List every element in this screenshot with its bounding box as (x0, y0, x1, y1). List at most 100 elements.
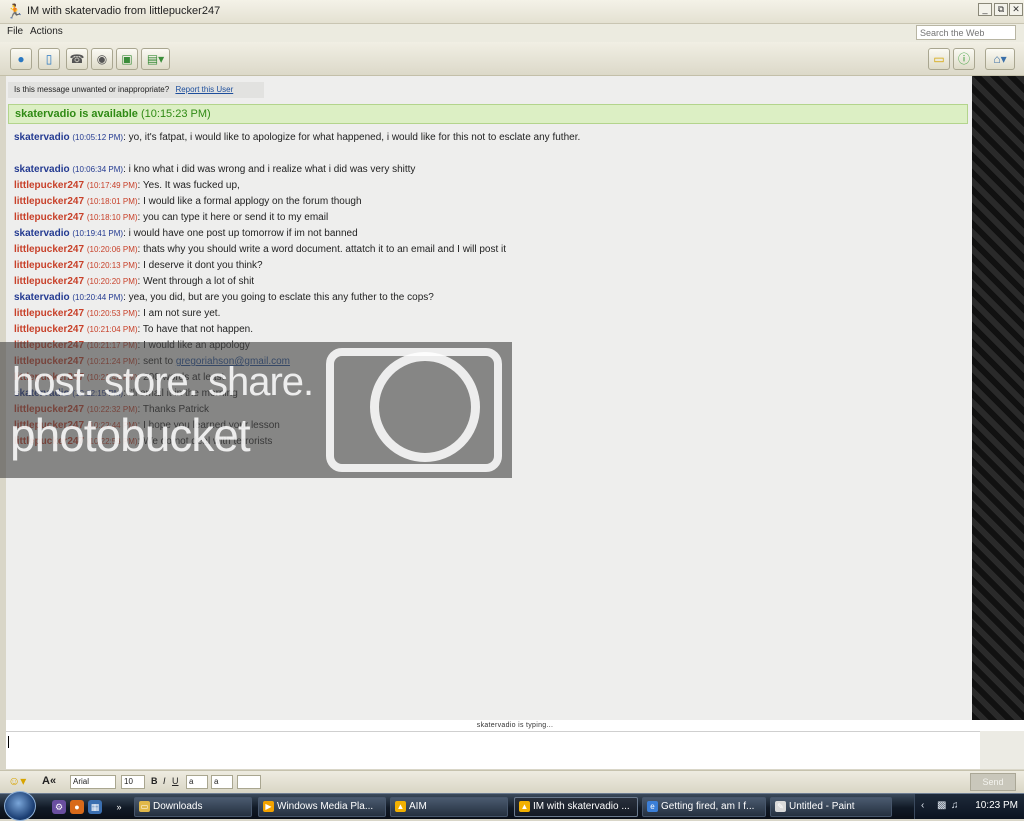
message-text: : i kno what i did was wrong and i reali… (123, 164, 416, 175)
buddy-info-icon[interactable]: ● (10, 48, 32, 70)
bold-button[interactable]: B (151, 775, 158, 789)
message-screenname: littlepucker247 (14, 212, 85, 223)
menu-actions[interactable]: Actions (30, 26, 63, 37)
taskbar-app-icon: e (647, 801, 658, 812)
clock[interactable]: 10:23 PM (975, 800, 1018, 811)
font-style-icon[interactable]: A« (42, 775, 56, 789)
message-gap (14, 147, 964, 163)
taskbar-button[interactable]: ✎ Untitled - Paint (770, 797, 892, 817)
phone-call-icon[interactable]: ☎ (66, 48, 88, 70)
network-icon[interactable]: ▩ (937, 800, 946, 811)
volume-icon[interactable]: ♫ (951, 800, 959, 811)
message-text: : Yes. It was fucked up, (137, 180, 240, 191)
taskbar-button[interactable]: ▲ AIM (390, 797, 508, 817)
taskbar-app-icon: ▲ (519, 801, 530, 812)
taskbar-button[interactable]: ▲ IM with skatervadio ... (514, 797, 638, 817)
message-row: skatervadio (10:05:12 PM): yo, it's fatp… (14, 131, 964, 147)
message-screenname: skatervadio (14, 292, 70, 303)
message-text: : thats why you should write a word docu… (137, 244, 507, 255)
message-row: littlepucker247 (10:21:04 PM): To have t… (14, 323, 964, 339)
close-button[interactable]: ✕ (1009, 3, 1023, 16)
taskbar-app-icon: ▲ (395, 801, 406, 812)
folder-icon[interactable]: ▭ (928, 48, 950, 70)
maximize-button[interactable]: ⧉ (994, 3, 1008, 16)
underline-button[interactable]: U (172, 775, 179, 789)
message-timestamp: (10:20:53 PM) (86, 309, 138, 318)
taskbar-app-icon: ▭ (139, 801, 150, 812)
message-timestamp: (10:21:04 PM) (86, 325, 138, 334)
message-text: : yea, you did, but are you going to esc… (123, 292, 434, 303)
system-tray: ‹ ▩ ♫ 10:23 PM (914, 794, 1024, 819)
start-button[interactable] (4, 791, 36, 821)
quicklaunch-firefox-icon[interactable]: ● (70, 800, 84, 814)
message-screenname: littlepucker247 (14, 308, 85, 319)
windows-taskbar: ⚙ ● ▦ » ▭ Downloads ▶ Windows Media Pla... ▲… (0, 791, 1024, 821)
message-screenname: littlepucker247 (14, 180, 85, 191)
watermark-brand: photobucket (10, 409, 251, 461)
message-screenname: skatervadio (14, 132, 70, 143)
message-row: littlepucker247 (10:20:20 PM): Went thro… (14, 275, 964, 291)
taskbar-button-label: Untitled - Paint (789, 801, 855, 812)
camera-lens-icon (370, 352, 480, 462)
buddy-status-bar: skatervadio is available (10:15:23 PM) (8, 104, 968, 124)
quicklaunch-explorer-icon[interactable]: ⚙ (52, 800, 66, 814)
quicklaunch-more-icon[interactable]: » (112, 800, 126, 814)
tray-arrow-icon[interactable]: ‹ (921, 800, 924, 811)
search-web-input[interactable] (916, 25, 1016, 40)
message-row: skatervadio (10:06:34 PM): i kno what i … (14, 163, 964, 179)
info-icon[interactable]: ⓘ (953, 48, 975, 70)
taskbar-app-icon: ▶ (263, 801, 274, 812)
webcam-icon[interactable]: ◉ (91, 48, 113, 70)
message-screenname: littlepucker247 (14, 324, 85, 335)
message-timestamp: (10:18:01 PM) (86, 197, 138, 206)
background-color-button[interactable]: a (211, 775, 233, 789)
font-size-select[interactable]: 10 (121, 775, 145, 789)
phone-mobile-icon[interactable]: ▯ (38, 48, 60, 70)
message-timestamp: (10:18:10 PM) (86, 213, 138, 222)
link-select[interactable] (237, 775, 261, 789)
taskbar-button[interactable]: ▶ Windows Media Pla... (258, 797, 386, 817)
message-row: littlepucker247 (10:20:13 PM): I deserve… (14, 259, 964, 275)
message-timestamp: (10:05:12 PM) (72, 133, 124, 142)
minimize-button[interactable]: _ (978, 3, 992, 16)
message-text: : I would like a formal applogy on the f… (137, 196, 362, 207)
message-timestamp: (10:20:13 PM) (86, 261, 138, 270)
format-bar: ☺▾ A« Arial 10 B I U a a Send (0, 770, 1024, 792)
home-icon[interactable]: ⌂▾ (985, 48, 1015, 70)
taskbar-button[interactable]: ▭ Downloads (134, 797, 252, 817)
taskbar-button-label: Windows Media Pla... (277, 801, 374, 812)
input-side-panel (980, 731, 1024, 769)
menu-bar: File Actions (0, 24, 1024, 42)
taskbar-button[interactable]: e Getting fired, am I f... (642, 797, 766, 817)
font-family-select[interactable]: Arial (70, 775, 116, 789)
taskbar-button-label: IM with skatervadio ... (533, 801, 630, 812)
message-text: : I am not sure yet. (137, 308, 221, 319)
report-user-link[interactable]: Report this User (175, 85, 233, 94)
message-row: littlepucker247 (10:17:49 PM): Yes. It w… (14, 179, 964, 195)
buddy-status-text: skatervadio is available (15, 108, 138, 120)
message-timestamp: (10:20:06 PM) (86, 245, 138, 254)
send-button[interactable]: Send (970, 773, 1016, 791)
message-text: : I deserve it dont you think? (137, 260, 263, 271)
message-row: littlepucker247 (10:18:10 PM): you can t… (14, 211, 964, 227)
message-input[interactable] (6, 731, 980, 769)
emoticon-icon[interactable]: ☺▾ (8, 775, 26, 789)
message-row: littlepucker247 (10:20:06 PM): thats why… (14, 243, 964, 259)
file-transfer-icon[interactable]: ▤▾ (141, 48, 170, 70)
italic-button[interactable]: I (163, 775, 166, 789)
message-row: skatervadio (10:19:41 PM): i would have … (14, 227, 964, 243)
typing-indicator: skatervadio is typing... (6, 720, 1024, 731)
menu-file[interactable]: File (7, 26, 23, 37)
taskbar-button-label: Getting fired, am I f... (661, 801, 755, 812)
text-color-button[interactable]: a (186, 775, 208, 789)
window-title: IM with skatervadio from littlepucker247 (27, 5, 221, 17)
message-text: : To have that not happen. (137, 324, 253, 335)
quicklaunch-desktop-icon[interactable]: ▦ (88, 800, 102, 814)
photobucket-watermark: host. store. share. photobucket (0, 342, 512, 478)
message-row: littlepucker247 (10:20:53 PM): I am not … (14, 307, 964, 323)
taskbar-button-label: AIM (409, 801, 427, 812)
message-screenname: skatervadio (14, 164, 70, 175)
image-icon[interactable]: ▣ (116, 48, 138, 70)
watermark-tagline: host. store. share. (12, 360, 314, 404)
message-text: : i would have one post up tomorrow if i… (123, 228, 358, 239)
